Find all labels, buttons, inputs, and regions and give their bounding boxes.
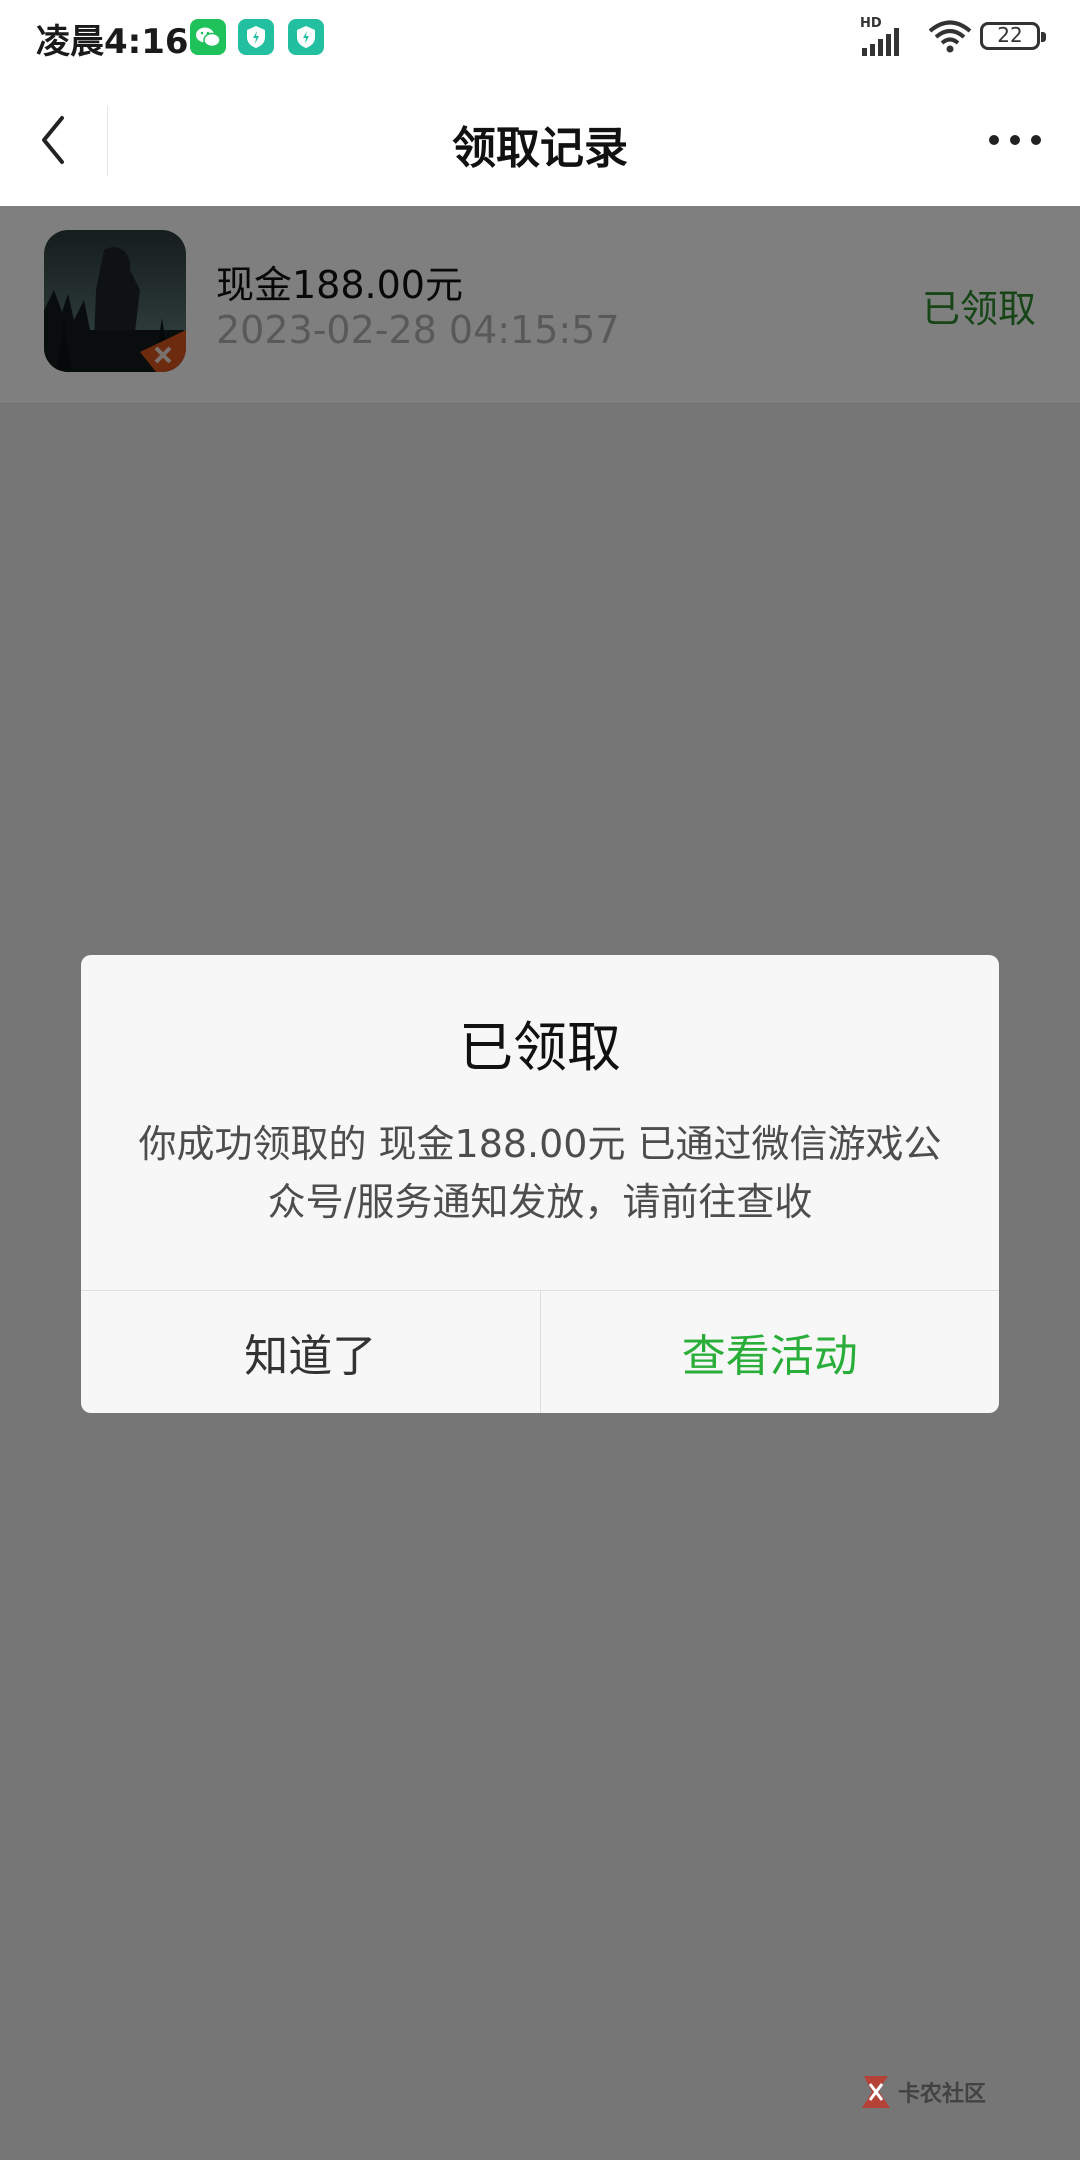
- page-title: 领取记录: [452, 123, 628, 174]
- dialog-message: 你成功领取的 现金188.00元 已通过微信游戏公众号/服务通知发放，请前往查收: [138, 1122, 942, 1224]
- claimed-dialog: 已领取 你成功领取的 现金188.00元 已通过微信游戏公众号/服务通知发放，请…: [81, 955, 999, 1413]
- dialog-title: 已领取: [459, 1016, 621, 1079]
- more-button[interactable]: [980, 104, 1050, 176]
- wechat-icon: [190, 19, 226, 55]
- dialog-buttons: 知道了 查看活动: [81, 1290, 999, 1413]
- shield-app-icon: [238, 19, 274, 55]
- battery-icon: 22: [980, 22, 1046, 50]
- view-activity-button[interactable]: 查看活动: [541, 1291, 1000, 1413]
- watermark-logo-icon: [862, 2076, 890, 2108]
- navigation-bar: 领取记录: [0, 76, 1080, 206]
- wifi-icon: [928, 20, 972, 58]
- ok-button[interactable]: 知道了: [81, 1291, 541, 1413]
- battery-level: 22: [997, 23, 1023, 47]
- shield-app-icon: [288, 19, 324, 55]
- watermark: 卡农社区: [858, 2072, 1018, 2112]
- status-time: 凌晨4:16: [36, 22, 189, 62]
- watermark-text: 卡农社区: [898, 2082, 987, 2107]
- status-bar: 凌晨4:16 HD 22: [0, 0, 1080, 76]
- more-dots-icon: [989, 135, 1041, 145]
